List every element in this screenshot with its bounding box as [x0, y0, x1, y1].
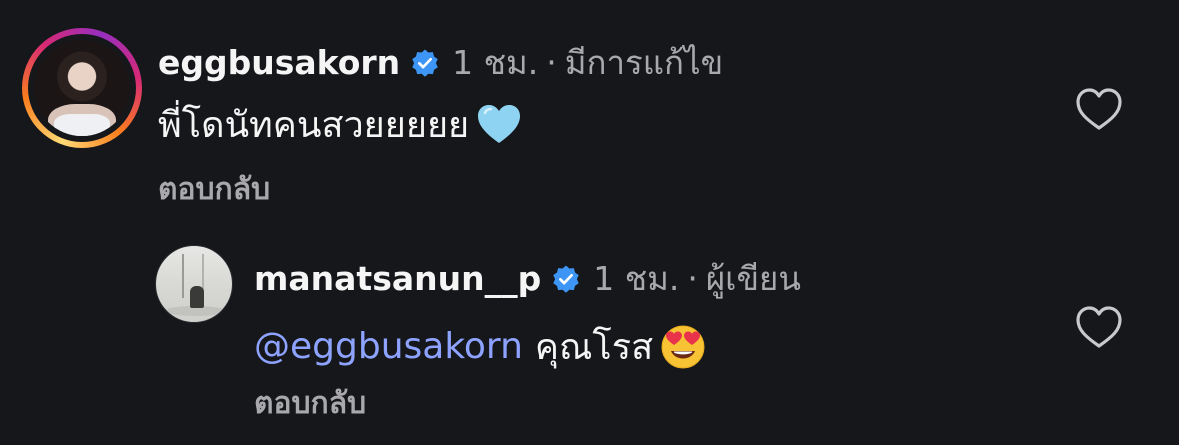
comment-body: พี่โดนัทคนสวยยยยย — [158, 105, 470, 146]
verified-badge-icon — [412, 49, 438, 77]
edited-label: มีการแก้ไข — [564, 43, 724, 82]
username-link[interactable]: eggbusakorn — [158, 43, 400, 82]
comment-text: @eggbusakorn คุณโรส — [254, 318, 707, 375]
reply-button[interactable]: ตอบกลับ — [254, 380, 366, 427]
comment-item: eggbusakorn 1 ชม. · มีการแก้ไข พี่โดนัทค… — [0, 0, 1179, 230]
comment-header: eggbusakorn 1 ชม. · มีการแก้ไข — [158, 36, 723, 89]
username-link[interactable]: manatsanun__p — [254, 259, 541, 298]
mention-link[interactable]: @eggbusakorn — [254, 326, 523, 367]
light-blue-heart-icon — [478, 104, 521, 143]
comment-header: manatsanun__p 1 ชม. · ผู้เขียน — [254, 252, 801, 305]
avatar[interactable] — [155, 245, 233, 323]
meta-separator: · — [687, 259, 698, 298]
heart-icon[interactable] — [1074, 86, 1124, 132]
reply-button[interactable]: ตอบกลับ — [158, 166, 270, 213]
heart-icon[interactable] — [1074, 304, 1124, 350]
verified-badge-icon — [553, 265, 579, 293]
heart-eyes-emoji-icon — [661, 325, 705, 368]
comment-time: 1 ชม. — [452, 43, 539, 82]
comment-time: 1 ชม. — [593, 259, 680, 298]
story-ring-avatar[interactable] — [22, 28, 142, 148]
reply-comment-item: manatsanun__p 1 ชม. · ผู้เขียน @eggbusak… — [0, 230, 1179, 445]
avatar — [34, 40, 130, 136]
comment-text: พี่โดนัทคนสวยยยยย — [158, 96, 523, 153]
author-label: ผู้เขียน — [705, 259, 801, 298]
meta-separator: · — [546, 43, 557, 82]
comment-body: คุณโรส — [534, 327, 654, 368]
